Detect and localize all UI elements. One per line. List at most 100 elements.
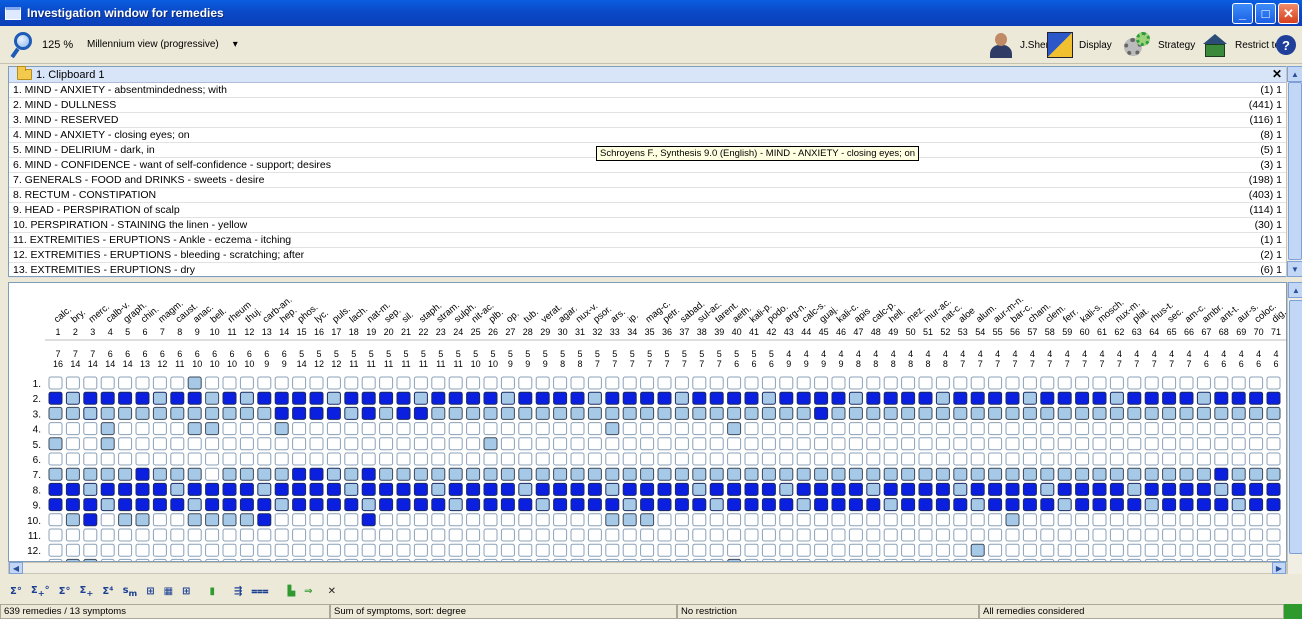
- grid-cell[interactable]: [431, 406, 446, 420]
- grid-cell[interactable]: [866, 452, 881, 466]
- grid-cell[interactable]: [83, 498, 98, 512]
- grid-cell[interactable]: [396, 452, 411, 466]
- grid-cell[interactable]: [466, 543, 481, 557]
- grid-cell[interactable]: [796, 528, 811, 542]
- grid-cell[interactable]: [1092, 422, 1107, 436]
- grid-cell[interactable]: [309, 406, 324, 420]
- grid-cell[interactable]: [431, 482, 446, 496]
- grid-cell[interactable]: [587, 513, 602, 527]
- grid-cell[interactable]: [483, 452, 498, 466]
- grid-cell[interactable]: [1144, 528, 1159, 542]
- grid-cell[interactable]: [814, 422, 829, 436]
- grid-cell[interactable]: [657, 391, 672, 405]
- grid-cell[interactable]: [866, 467, 881, 481]
- grid-cell[interactable]: [1179, 376, 1194, 390]
- grid-cell[interactable]: [744, 376, 759, 390]
- grid-cell[interactable]: [1196, 422, 1211, 436]
- grid-cell[interactable]: [170, 498, 185, 512]
- grid-cell[interactable]: [448, 452, 463, 466]
- grid-cell[interactable]: [518, 482, 533, 496]
- grid-cell[interactable]: [553, 422, 568, 436]
- grid-cell[interactable]: [83, 513, 98, 527]
- grid-cell[interactable]: [1092, 467, 1107, 481]
- grid-cell[interactable]: [1179, 482, 1194, 496]
- grid-cell[interactable]: [1022, 513, 1037, 527]
- grid-cell[interactable]: [779, 543, 794, 557]
- grid-cell[interactable]: [1127, 528, 1142, 542]
- grid-cell[interactable]: [883, 482, 898, 496]
- grid-cell[interactable]: [935, 498, 950, 512]
- grid-cell[interactable]: [274, 406, 289, 420]
- grid-cell[interactable]: [779, 437, 794, 451]
- grid-cell[interactable]: [605, 452, 620, 466]
- grid-cell[interactable]: [744, 437, 759, 451]
- grid-cell[interactable]: [483, 543, 498, 557]
- grid-cell[interactable]: [274, 513, 289, 527]
- grid-cell[interactable]: [1057, 528, 1072, 542]
- export-icon[interactable]: ⇒: [304, 586, 312, 597]
- grid-cell[interactable]: [361, 543, 376, 557]
- grid-cell[interactable]: [500, 452, 515, 466]
- grid-cell[interactable]: [901, 543, 916, 557]
- grid-cell[interactable]: [935, 406, 950, 420]
- grid-cell[interactable]: [292, 391, 307, 405]
- grid-cell[interactable]: [553, 498, 568, 512]
- grid-cell[interactable]: [448, 543, 463, 557]
- grid-cell[interactable]: [413, 452, 428, 466]
- grid-cell[interactable]: [1022, 543, 1037, 557]
- grid-cell[interactable]: [483, 376, 498, 390]
- grid-cell[interactable]: [239, 452, 254, 466]
- grid-cell[interactable]: [866, 513, 881, 527]
- grid-cell[interactable]: [1162, 528, 1177, 542]
- grid-cell[interactable]: [1022, 422, 1037, 436]
- view-selector[interactable]: Millennium view (progressive) ▾: [87, 39, 238, 50]
- grid-cell[interactable]: [848, 482, 863, 496]
- grid-cell[interactable]: [622, 498, 637, 512]
- grid-cell[interactable]: [1196, 376, 1211, 390]
- grid-cell[interactable]: [1022, 528, 1037, 542]
- grid-cell[interactable]: [413, 391, 428, 405]
- grid-cell[interactable]: [535, 498, 550, 512]
- grid-cell[interactable]: [709, 391, 724, 405]
- grid-cell[interactable]: [483, 437, 498, 451]
- grid-cell[interactable]: [239, 513, 254, 527]
- grid-cell[interactable]: [274, 391, 289, 405]
- grid-cell[interactable]: [205, 391, 220, 405]
- grid-cell[interactable]: [848, 528, 863, 542]
- grid-cell[interactable]: [640, 543, 655, 557]
- grid-cell[interactable]: [796, 422, 811, 436]
- grid-cell[interactable]: [483, 422, 498, 436]
- grid-cell[interactable]: [988, 422, 1003, 436]
- grid-cell[interactable]: [448, 467, 463, 481]
- grid-cell[interactable]: [292, 467, 307, 481]
- grid-cell[interactable]: [640, 437, 655, 451]
- grid-cell[interactable]: [1144, 498, 1159, 512]
- grid-cell[interactable]: [48, 482, 63, 496]
- grid-cell[interactable]: [344, 376, 359, 390]
- grid-cell[interactable]: [483, 513, 498, 527]
- grid-cell[interactable]: [1040, 467, 1055, 481]
- grid-cell[interactable]: [1075, 482, 1090, 496]
- grid-cell[interactable]: [1231, 391, 1246, 405]
- grid-cell[interactable]: [1040, 498, 1055, 512]
- grid-cell[interactable]: [326, 437, 341, 451]
- grid-cell[interactable]: [257, 422, 272, 436]
- grid-cell[interactable]: [344, 513, 359, 527]
- magnifier-icon[interactable]: [10, 32, 36, 59]
- grid-cell[interactable]: [379, 437, 394, 451]
- grid-cell[interactable]: [640, 452, 655, 466]
- table-icon[interactable]: ⊞: [182, 586, 190, 597]
- grid-cell[interactable]: [988, 467, 1003, 481]
- grid-cell[interactable]: [1109, 406, 1124, 420]
- grid-cell[interactable]: [48, 406, 63, 420]
- sum-degree-icon[interactable]: Σ°: [10, 586, 22, 597]
- grid-cell[interactable]: [292, 406, 307, 420]
- grid-cell[interactable]: [118, 528, 133, 542]
- grid-cell[interactable]: [674, 406, 689, 420]
- grid-cell[interactable]: [448, 498, 463, 512]
- grid-cell[interactable]: [779, 376, 794, 390]
- symptom-row[interactable]: 7. GENERALS - FOOD and DRINKS - sweets -…: [9, 173, 1286, 188]
- grid-cell[interactable]: [988, 406, 1003, 420]
- chevron-down-icon[interactable]: ▾: [233, 39, 238, 50]
- grid-cell[interactable]: [274, 376, 289, 390]
